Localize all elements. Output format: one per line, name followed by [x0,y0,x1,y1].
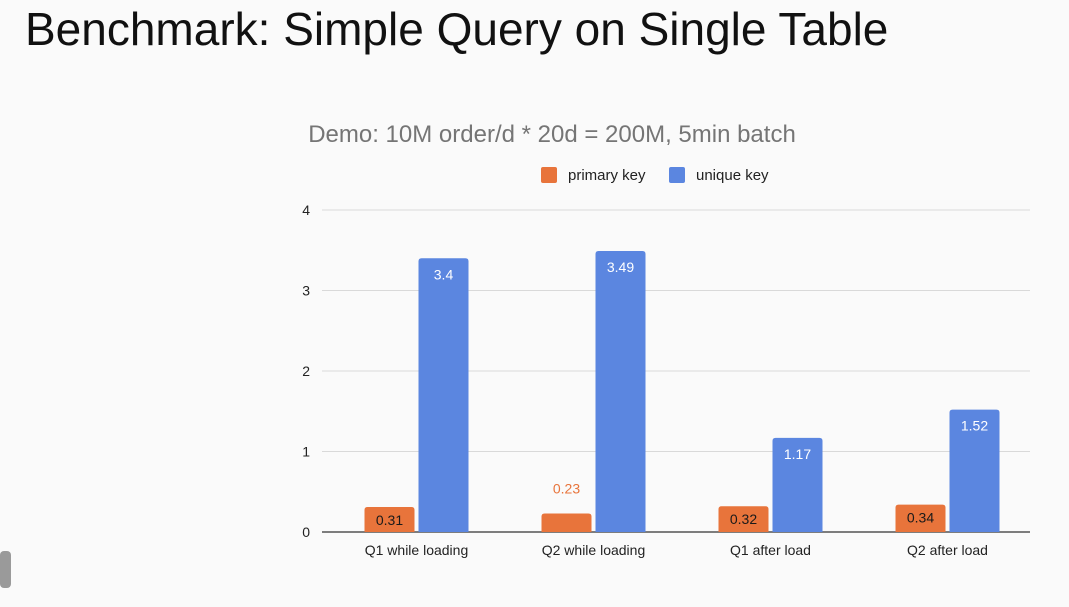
x-tick-label: Q1 after load [730,542,811,558]
data-label: 3.4 [434,266,454,282]
legend-swatch-primary-key [541,167,557,183]
data-label: 3.49 [607,259,634,275]
x-tick-label: Q1 while loading [365,542,469,558]
x-tick-label: Q2 after load [907,542,988,558]
data-label: 1.52 [961,418,988,434]
legend-label: unique key [696,167,769,184]
x-axis-tick-labels: Q1 while loading Q2 while loading Q1 after… [365,542,988,558]
bar-chart: Demo: 10M order/d * 20d = 200M, 5min bat… [302,121,1030,558]
data-label: 1.17 [784,446,811,462]
bar-unique-key [595,251,646,532]
chart-grid: 0 1 2 3 4 [302,202,1030,540]
data-label: 0.23 [553,480,580,496]
legend-label: primary key [568,167,646,184]
bar-unique-key [418,258,469,532]
bar-primary-key [541,513,592,532]
chart-legend: primary key unique key [541,167,769,184]
chart-bars [364,251,1000,532]
y-tick-label: 0 [302,524,310,540]
y-tick-label: 4 [302,202,310,218]
x-tick-label: Q2 while loading [542,542,646,558]
data-label: 0.31 [376,512,403,528]
data-label: 0.34 [907,510,934,526]
data-label: 0.32 [730,511,757,527]
y-tick-label: 3 [302,283,310,299]
legend-swatch-unique-key [669,167,685,183]
scrollbar-handle[interactable] [0,551,11,588]
y-tick-label: 1 [302,444,310,460]
chart-title: Demo: 10M order/d * 20d = 200M, 5min bat… [308,121,796,148]
y-tick-label: 2 [302,363,310,379]
